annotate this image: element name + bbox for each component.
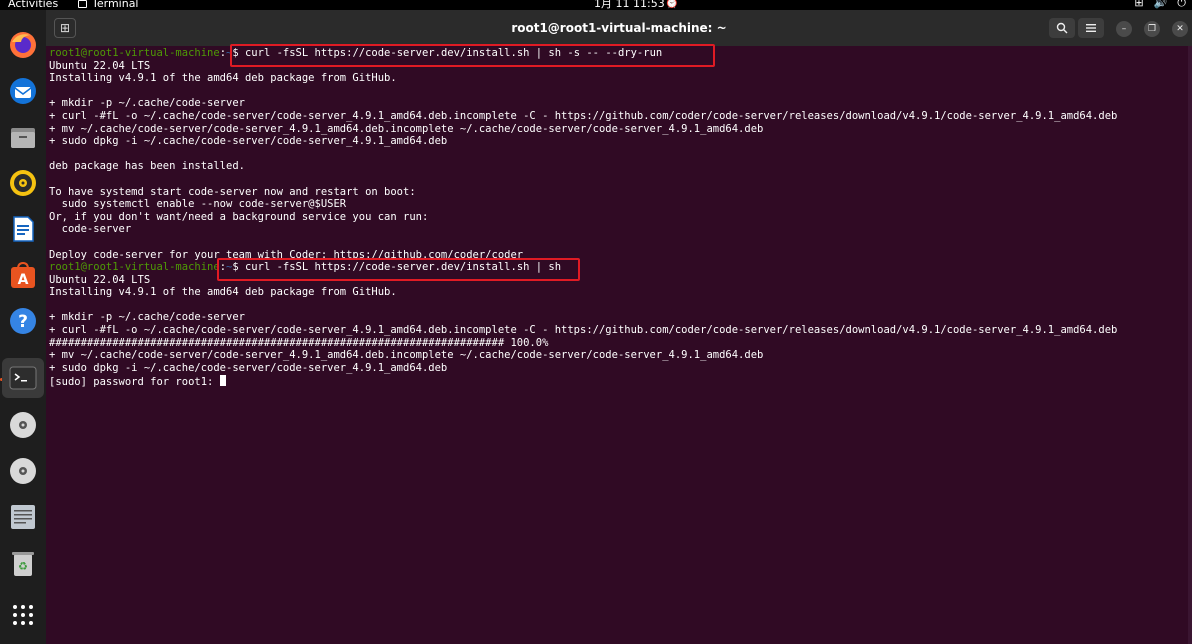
help-icon: ? [10,308,36,334]
output-line: code-server [49,223,132,236]
search-icon [1056,22,1068,34]
output-line: + curl -#fL -o ~/.cache/code-server/code… [49,324,1118,336]
terminal-output[interactable]: root1@root1-virtual-machine:~$ curl -fsS… [46,44,1192,644]
app-center-icon: A [11,261,35,288]
show-apps-button[interactable] [6,598,40,632]
disc-launcher[interactable] [6,408,40,442]
output-line: + sudo dpkg -i ~/.cache/code-server/code… [49,361,448,374]
thunderbird-launcher[interactable] [6,74,40,108]
alarm-icon: ⏰ [665,0,679,9]
output-line: Installing v4.9.1 of the amd64 deb packa… [49,72,397,85]
minimize-button[interactable]: – [1116,21,1132,37]
rhythmbox-launcher[interactable] [6,166,40,200]
output-line: Ubuntu 22.04 LTS [49,59,151,72]
system-tray[interactable]: ⊞ 🔊 ⏻ [1134,0,1186,10]
minimize-icon: – [1121,24,1127,34]
terminal-icon [9,366,37,390]
files-icon [11,128,35,148]
highlight-box-command-2 [217,258,580,281]
output-line: Or, if you don't want/need a background … [49,210,429,223]
output-line: sudo systemctl enable --now code-server@… [49,198,347,211]
disc-icon [10,412,36,438]
firefox-icon [10,32,36,58]
highlight-box-command-1 [230,44,715,67]
files-launcher[interactable] [6,120,40,154]
output-line: + mkdir -p ~/.cache/code-server [49,97,245,110]
rhythmbox-icon [10,170,36,196]
text-editor-launcher[interactable] [6,500,40,534]
libreoffice-writer-icon [13,216,34,242]
output-line: To have systemd start code-server now an… [49,185,416,198]
thunderbird-icon [10,78,36,104]
writer-launcher[interactable] [6,212,40,246]
maximize-button[interactable]: ❐ [1144,21,1160,37]
text-editor-icon [11,505,35,529]
network-icon: ⊞ [1134,0,1144,9]
output-line: Installing v4.9.1 of the amd64 deb packa… [49,286,397,299]
disc-launcher-2[interactable] [6,454,40,488]
firefox-launcher[interactable] [6,28,40,62]
output-line: + mv ~/.cache/code-server/code-server_4.… [49,349,764,362]
show-apps-icon [13,605,33,625]
scrollbar[interactable] [1188,46,1192,644]
trash-launcher[interactable]: ♻ [6,546,40,580]
dock: A ? ♻ [0,10,46,644]
window-title: root1@root1-virtual-machine: ~ [511,21,727,35]
svg-text:A: A [18,272,29,288]
svg-text:?: ? [18,312,28,332]
volume-icon: 🔊 [1153,0,1168,9]
prompt-user: root1@root1-virtual-machine [49,47,220,59]
output-line: + sudo dpkg -i ~/.cache/code-server/code… [49,135,448,148]
output-line: + mkdir -p ~/.cache/code-server [49,311,245,324]
app-center-launcher[interactable]: A [6,258,40,292]
terminal-app-icon [78,0,87,8]
trash-icon: ♻ [12,552,34,576]
terminal-launcher[interactable] [2,358,44,398]
help-launcher[interactable]: ? [6,304,40,338]
prompt-user: root1@root1-virtual-machine [49,261,220,273]
close-icon: ✕ [1176,24,1184,34]
disc-icon-2 [10,458,36,484]
top-bar: Activities Terminal 1月 11 11:53 ⏰ ⊞ 🔊 ⏻ [0,0,1192,10]
window-titlebar[interactable]: ⊞ root1@root1-virtual-machine: ~ – ❐ ✕ [46,10,1192,46]
restore-icon: ❐ [1147,24,1157,34]
sudo-prompt-line[interactable]: [sudo] password for root1: [49,375,226,389]
output-line: Ubuntu 22.04 LTS [49,273,151,286]
hamburger-icon [1086,24,1096,32]
search-button[interactable] [1049,18,1075,38]
output-line: ########################################… [49,336,549,349]
output-line: + mv ~/.cache/code-server/code-server_4.… [49,122,764,135]
svg-text:♻: ♻ [18,560,28,573]
sudo-prompt: [sudo] password for root1: [49,376,220,388]
close-button[interactable]: ✕ [1172,21,1188,37]
output-line: + curl -#fL -o ~/.cache/code-server/code… [49,110,1118,122]
output-line: deb package has been installed. [49,160,245,173]
text-cursor [219,375,226,386]
menu-button[interactable] [1078,18,1104,38]
power-icon: ⏻ [1177,0,1186,9]
